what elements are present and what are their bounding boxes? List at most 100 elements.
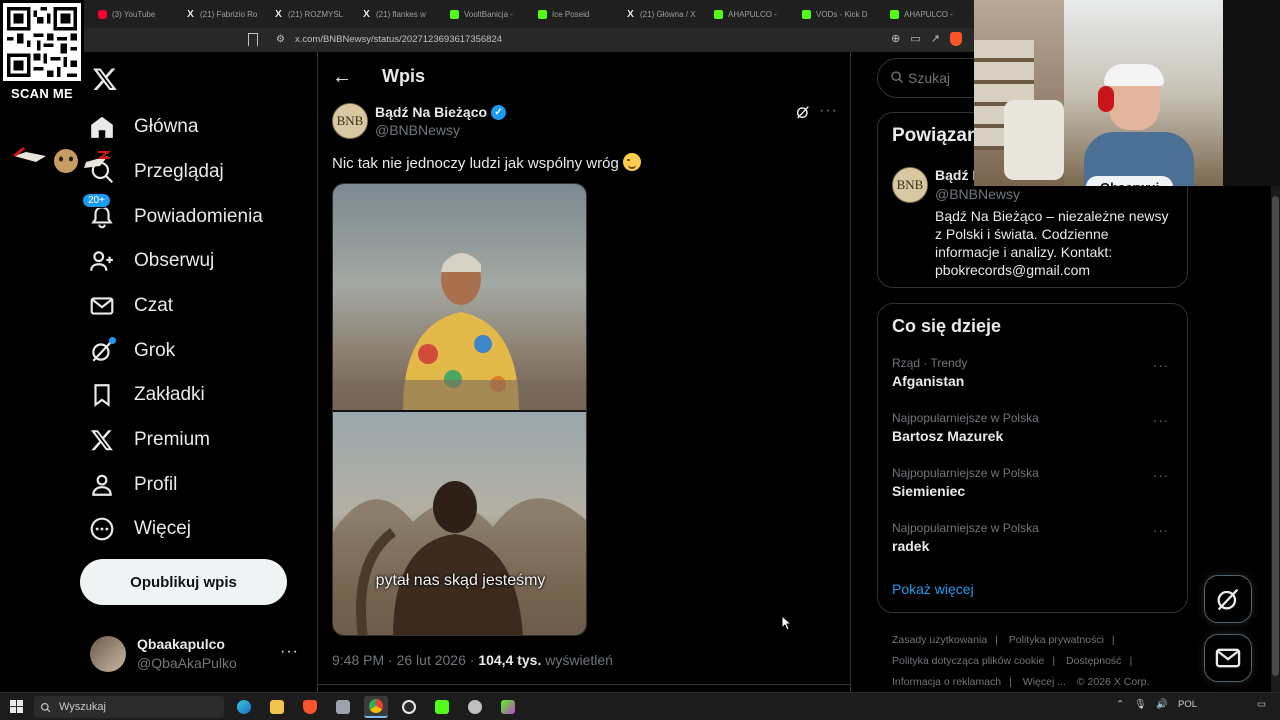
kick-icon — [890, 9, 899, 19]
winking-face-icon — [622, 153, 641, 171]
brave-shield-icon[interactable] — [950, 32, 962, 46]
nav-item-more[interactable]: Więcej — [88, 509, 191, 549]
scan-me-label: SCAN ME — [10, 86, 74, 101]
site-settings-icon[interactable]: ⚙ — [276, 34, 285, 45]
account-switcher[interactable]: Qbaakapulco @QbaAkaPulko ··· — [90, 633, 305, 677]
taskbar: Wyszukaj ⌃ 🎙 🔊 POL ▭ — [0, 692, 1280, 720]
author-avatar[interactable]: BNB — [332, 103, 368, 139]
post-timestamp[interactable]: 9:48 PM · 26 lut 2026 · — [332, 652, 478, 668]
trend-item[interactable]: Najpopularniejsze w Polska Siemieniec ··… — [892, 466, 1177, 506]
nav-item-chat[interactable]: Czat — [88, 286, 173, 326]
show-more-link[interactable]: Pokaż więcej — [892, 581, 974, 597]
nav-item-notifications[interactable]: 20+ Powiadomienia — [82, 193, 263, 237]
streamer — [1084, 60, 1194, 186]
app-icon[interactable] — [496, 696, 520, 718]
nav-item-explore[interactable]: Przeglądaj — [88, 152, 224, 192]
obs-icon[interactable] — [397, 696, 421, 718]
mic-icon[interactable]: 🎙 — [1134, 699, 1146, 710]
nav-label: Profil — [134, 474, 178, 495]
nav-label: Grok — [134, 340, 176, 361]
more-icon[interactable]: ··· — [280, 643, 299, 661]
bookmark-icon — [88, 381, 116, 409]
nav-item-grok[interactable]: Grok — [88, 331, 175, 371]
notification-icon[interactable]: ▭ — [1257, 699, 1266, 710]
copyright: © 2026 X Corp. — [1076, 676, 1150, 688]
mail-icon — [1215, 648, 1241, 668]
grok-icon[interactable] — [795, 104, 811, 120]
system-tray: ⌃ 🎙 🔊 POL ▭ — [1116, 699, 1266, 710]
nav-item-bookmarks[interactable]: Zakładki — [88, 375, 205, 415]
trend-item[interactable]: Najpopularniejsze w Polska Bartosz Mazur… — [892, 411, 1177, 451]
trend-more-icon[interactable]: ··· — [1153, 413, 1169, 428]
author-name: Bądź Na Bieżąco — [375, 104, 488, 120]
screen-icon[interactable]: ▭ — [910, 32, 920, 46]
address-bar-actions: ⊕ ▭ ↗ — [891, 32, 962, 46]
x-icon — [88, 426, 116, 454]
footer-link[interactable]: Dostępność — [1066, 655, 1121, 667]
trend-meta: Najpopularniejsze w Polska — [892, 466, 1039, 480]
footer-link[interactable]: Polityka prywatności — [1009, 634, 1104, 646]
footer-link[interactable]: Zasady użytkowania — [892, 634, 987, 646]
scrollbar[interactable] — [1271, 186, 1280, 692]
bookmark-icon[interactable] — [248, 33, 258, 46]
post-button[interactable]: Opublikuj wpis — [80, 559, 287, 605]
footer-link[interactable]: Informacja o reklamach — [892, 676, 1001, 688]
post-video[interactable]: pytał nas skąd jesteśmy — [332, 183, 587, 636]
video-caption: pytał nas skąd jesteśmy — [375, 572, 546, 589]
post-more-icon[interactable]: ··· — [819, 102, 838, 120]
video-frame-bottom — [333, 412, 586, 635]
trend-item[interactable]: Rząd · Trendy Afganistan ··· — [892, 356, 1177, 396]
brave-icon[interactable] — [298, 696, 322, 718]
browser-tab[interactable]: X (21) Fabrizio Ro — [180, 2, 268, 26]
browser-tab[interactable]: AHAPULCO - — [884, 2, 972, 26]
footer-link[interactable]: Więcej ... — [1023, 676, 1066, 688]
footer-links: Zasady użytkowania | Polityka prywatności… — [892, 634, 1150, 688]
nav-item-home[interactable]: Główna — [88, 107, 198, 147]
browser-tab[interactable]: X (21) flankes w — [356, 2, 444, 26]
folder-icon[interactable] — [265, 696, 289, 718]
author-name-row[interactable]: Bądź Na Bieżąco ✓ — [375, 104, 507, 120]
browser-tab[interactable]: (3) YouTube — [92, 2, 180, 26]
author-handle[interactable]: @BNBNewsy — [375, 122, 460, 138]
back-arrow-icon[interactable]: ← — [332, 66, 352, 89]
footer-link[interactable]: Polityka dotycząca plików cookie — [892, 655, 1044, 667]
language-indicator[interactable]: POL — [1178, 699, 1197, 710]
grok-float-button[interactable] — [1204, 575, 1252, 623]
chrome-icon[interactable] — [364, 696, 388, 718]
kick-icon[interactable] — [430, 696, 454, 718]
nav-item-follow[interactable]: Obserwuj — [88, 241, 214, 281]
trend-more-icon[interactable]: ··· — [1153, 523, 1169, 538]
windows-start-icon[interactable] — [10, 700, 23, 713]
x-logo-icon[interactable] — [92, 66, 118, 92]
browser-tab[interactable]: VooltBanicja - — [444, 2, 532, 26]
nav-item-premium[interactable]: Premium — [88, 420, 210, 460]
trend-more-icon[interactable]: ··· — [1153, 468, 1169, 483]
app-icon[interactable] — [331, 696, 355, 718]
browser-tab[interactable]: X (21) ROZMYŚL — [268, 2, 356, 26]
scrollbar-thumb[interactable] — [1272, 196, 1279, 676]
trend-more-icon[interactable]: ··· — [1153, 358, 1169, 373]
follow-button[interactable]: Obserwuj — [1086, 176, 1174, 186]
qr-code — [3, 3, 81, 81]
trend-item[interactable]: Najpopularniejsze w Polska radek ··· — [892, 521, 1177, 561]
nav-label: Czat — [134, 295, 174, 316]
share-icon[interactable]: ↗ — [931, 32, 940, 46]
url-field[interactable]: x.com/BNBNewsy/status/202712369361735682… — [295, 34, 502, 45]
settings-icon[interactable] — [463, 696, 487, 718]
browser-tab[interactable]: VODs - Kick D — [796, 2, 884, 26]
volume-icon[interactable]: 🔊 — [1156, 699, 1168, 710]
bell-icon: 20+ — [82, 193, 116, 231]
kick-icon — [538, 9, 547, 19]
zoom-icon[interactable]: ⊕ — [891, 32, 900, 46]
related-handle[interactable]: @BNBNewsy — [935, 186, 1020, 202]
browser-tab[interactable]: Ice Poseid — [532, 2, 620, 26]
browser-tab[interactable]: X (21) Główna / X — [620, 2, 708, 26]
browser-tab[interactable]: AHAPULCO - — [708, 2, 796, 26]
messages-float-button[interactable] — [1204, 634, 1252, 682]
nav-item-profile[interactable]: Profil — [88, 465, 177, 505]
edge-icon[interactable] — [232, 696, 256, 718]
chevron-up-icon[interactable]: ⌃ — [1116, 699, 1124, 710]
related-avatar[interactable]: BNB — [892, 167, 928, 203]
taskbar-search[interactable]: Wyszukaj — [34, 696, 224, 718]
webcam-overlay: Obserwuj — [974, 0, 1223, 186]
